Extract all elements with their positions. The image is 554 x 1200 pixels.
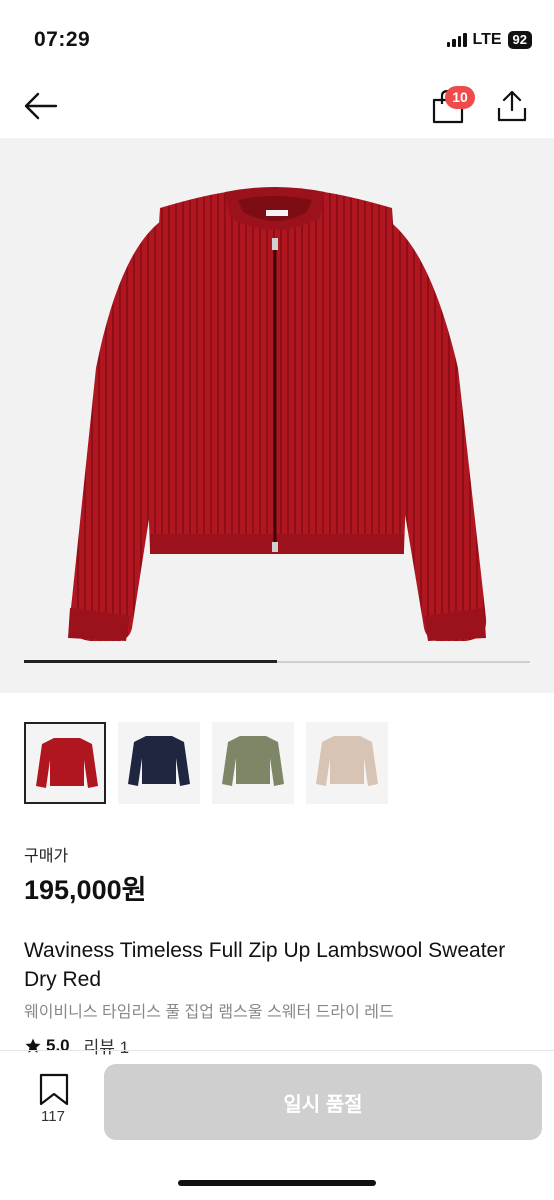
bookmark-icon [39, 1073, 69, 1106]
price-value: 195,000원 [24, 875, 147, 905]
back-button[interactable] [22, 88, 62, 124]
sweater-thumbnail-icon [36, 738, 98, 788]
thumbnail-navy[interactable] [118, 722, 200, 804]
rating-score: 5.0 [46, 1035, 70, 1055]
product-title-ko: 웨이비니스 타임리스 풀 집업 램스울 스웨터 드라이 레드 [24, 1004, 394, 1021]
network-label: LTE [472, 31, 502, 48]
share-button[interactable] [494, 88, 530, 124]
signal-icon [446, 33, 467, 47]
share-icon [497, 90, 527, 122]
battery-icon: 92 [507, 31, 532, 49]
star-icon [25, 1038, 41, 1053]
sweater-thumbnail-icon [222, 736, 284, 786]
price-label: 구매가 [24, 848, 69, 865]
status-indicators: LTE 92 [446, 31, 532, 49]
bookmark-count: 117 [41, 1108, 65, 1125]
sweater-thumbnail-icon [316, 736, 378, 786]
home-indicator [178, 1180, 376, 1186]
thumbnail-beige[interactable] [306, 722, 388, 804]
sweater-illustration [68, 187, 487, 641]
rating-row[interactable]: 5.0 리뷰 1 [24, 1033, 129, 1058]
product-image[interactable] [0, 138, 554, 693]
sold-out-button[interactable]: 일시 품절 [104, 1064, 542, 1140]
cart-count-badge: 10 [445, 86, 475, 109]
status-time: 07:29 [34, 28, 91, 51]
review-count: 리뷰 1 [83, 1038, 130, 1057]
arrow-left-icon [24, 92, 58, 120]
gallery-progress-fill [24, 660, 277, 663]
sweater-thumbnail-icon [128, 736, 190, 786]
thumbnail-red[interactable] [24, 722, 106, 804]
product-title-en: Waviness Timeless Full Zip Up Lambswool … [24, 939, 506, 991]
bottom-divider [0, 1050, 554, 1051]
thumbnail-olive[interactable] [212, 722, 294, 804]
